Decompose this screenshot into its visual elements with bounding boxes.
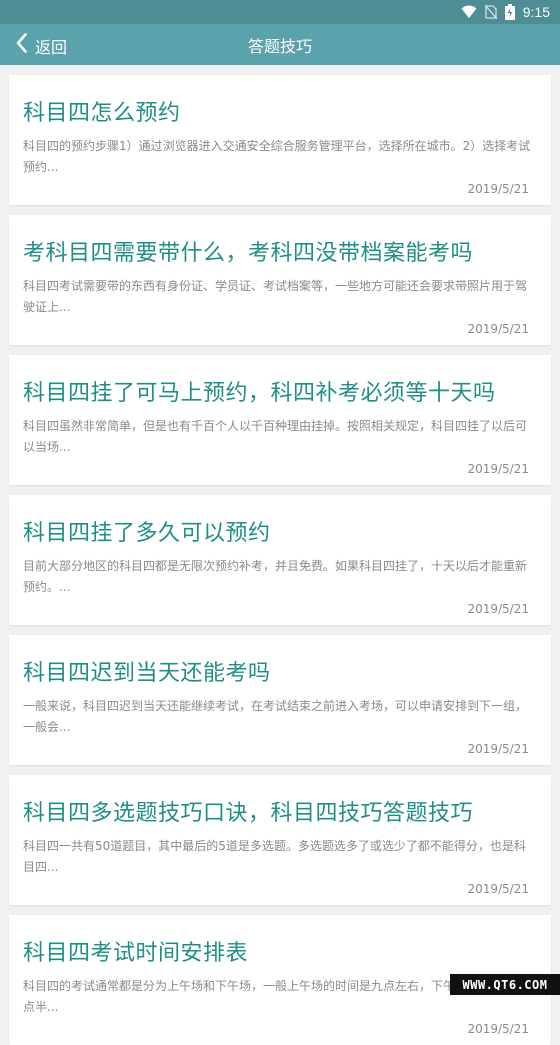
no-sim-icon (484, 5, 497, 19)
article-date: 2019/5/21 (467, 1022, 529, 1036)
status-time: 9:15 (522, 4, 550, 20)
article-excerpt: 科目四一共有50道题目，其中最后的5道是多选题。多选题选多了或选少了都不能得分，… (23, 839, 526, 874)
article-title: 科目四多选题技巧口诀，科目四技巧答题技巧 (23, 801, 474, 826)
article-card[interactable]: 科目四挂了多久可以预约 目前大部分地区的科目四都是无限次预约补考，并且免费。如果… (9, 495, 551, 625)
article-card[interactable]: 科目四怎么预约 科目四的预约步骤1）通过浏览器进入交通安全综合服务管理平台，选择… (9, 75, 551, 205)
article-title: 科目四挂了可马上预约，科四补考必须等十天吗 (23, 381, 496, 406)
status-bar: 9:15 (0, 0, 560, 24)
battery-icon (504, 4, 515, 20)
article-date: 2019/5/21 (467, 462, 529, 476)
article-title: 科目四考试时间安排表 (23, 941, 249, 966)
page-title: 答题技巧 (247, 36, 312, 56)
article-date: 2019/5/21 (467, 322, 529, 336)
article-date: 2019/5/21 (467, 182, 529, 196)
article-excerpt: 科目四虽然非常简单，但是也有千百个人以千百种理由挂掉。按照相关规定，科目四挂了以… (23, 419, 528, 454)
article-card[interactable]: 科目四多选题技巧口诀，科目四技巧答题技巧 科目四一共有50道题目，其中最后的5道… (9, 775, 551, 905)
watermark-badge: WWW.QT6.COM (450, 974, 560, 995)
article-excerpt: 科目四的预约步骤1）通过浏览器进入交通安全综合服务管理平台，选择所在城市。2）选… (23, 139, 531, 174)
article-date: 2019/5/21 (467, 882, 529, 896)
article-card[interactable]: 考科目四需要带什么，考科四没带档案能考吗 科目四考试需要带的东西有身份证、学员证… (9, 215, 551, 345)
wifi-icon (461, 5, 477, 19)
article-date: 2019/5/21 (467, 742, 529, 756)
article-title: 科目四怎么预约 (23, 101, 181, 126)
article-title: 科目四挂了多久可以预约 (23, 521, 271, 546)
article-title: 考科目四需要带什么，考科四没带档案能考吗 (23, 241, 474, 266)
article-excerpt: 一般来说，科目四迟到当天还能继续考试，在考试结束之前进入考场，可以申请安排到下一… (23, 699, 528, 734)
article-excerpt: 目前大部分地区的科目四都是无限次预约补考，并且免费。如果科目四挂了，十天以后才能… (23, 559, 528, 594)
article-excerpt: 科目四考试需要带的东西有身份证、学员证、考试档案等，一些地方可能还会要求带照片用… (23, 279, 528, 314)
article-card[interactable]: 科目四挂了可马上预约，科四补考必须等十天吗 科目四虽然非常简单，但是也有千百个人… (9, 355, 551, 485)
article-title: 科目四迟到当天还能考吗 (23, 661, 271, 686)
article-date: 2019/5/21 (467, 602, 529, 616)
app-bar: 返回 答题技巧 (0, 24, 560, 65)
article-card[interactable]: 科目四迟到当天还能考吗 一般来说，科目四迟到当天还能继续考试，在考试结束之前进入… (9, 635, 551, 765)
